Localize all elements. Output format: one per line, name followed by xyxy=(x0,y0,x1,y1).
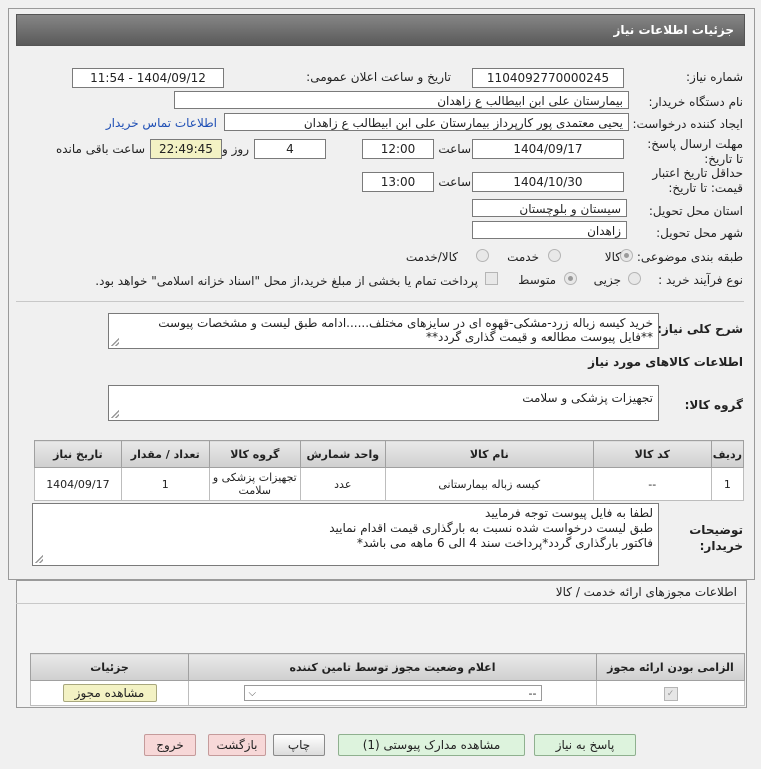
days-field: 4 xyxy=(254,139,326,159)
price-validity-date-field: 1404/10/30 xyxy=(472,172,624,192)
cell-status: -- ⌵ xyxy=(188,680,597,706)
category-label: طبقه بندی موضوعی: xyxy=(636,250,743,264)
price-validity-time-label: ساعت xyxy=(438,175,471,189)
requester-label: ایجاد کننده درخواست: xyxy=(632,117,743,131)
category-service-label: خدمت xyxy=(507,250,539,264)
category-radio-service[interactable] xyxy=(548,249,561,262)
treasury-checkbox[interactable] xyxy=(485,272,498,285)
days-label: روز و xyxy=(222,142,249,156)
province-label: استان محل تحویل: xyxy=(648,204,743,218)
col-row: ردیف xyxy=(710,440,745,468)
view-attachments-button[interactable]: مشاهده مدارک پیوستی (1) xyxy=(338,734,525,756)
col-mandatory: الزامی بودن ارائه مجوز xyxy=(596,653,745,681)
deadline-time-field: 12:00 xyxy=(362,139,434,159)
deadline-time-label: ساعت xyxy=(438,142,471,156)
purchase-minor-label: جزیی xyxy=(593,273,621,287)
remaining-label: ساعت باقی مانده xyxy=(55,142,145,156)
goods-section-title: اطلاعات کالاهای مورد نیاز xyxy=(588,355,743,369)
goods-table-header: ردیف کد کالا نام کالا واحد شمارش گروه کا… xyxy=(34,440,745,468)
table-row: ✓ -- ⌵ مشاهده مجوز xyxy=(30,680,745,706)
buyer-notes-line-1: لطفا به فایل پیوست توجه فرمایید xyxy=(485,506,653,520)
col-group: گروه کالا xyxy=(208,440,301,468)
province-field: سیستان و بلوچستان xyxy=(472,199,627,217)
description-label: شرح کلی نیاز: xyxy=(657,322,743,336)
mandatory-checkbox: ✓ xyxy=(663,686,678,701)
back-button[interactable]: بازگشت xyxy=(208,734,266,756)
goods-group-field: تجهیزات پزشکی و سلامت xyxy=(108,385,659,421)
license-status-select[interactable]: -- ⌵ xyxy=(243,685,542,701)
goods-group-label: گروه کالا: xyxy=(684,398,743,412)
licenses-title: اطلاعات مجوزهای ارائه خدمت / کالا xyxy=(555,585,737,599)
deadline-label: مهلت ارسال پاسخ: تا تاریخ: xyxy=(647,137,743,166)
purchase-radio-medium[interactable] xyxy=(564,272,577,285)
price-validity-time-field: 13:00 xyxy=(362,172,434,192)
buyer-notes-line-2: طبق لیست درخواست شده نسبت به بارگذاری قی… xyxy=(329,521,653,535)
buyer-org-label: نام دستگاه خریدار: xyxy=(648,95,744,109)
cell-row: 1 xyxy=(710,467,745,501)
category-both-label: کالا/خدمت xyxy=(405,250,458,264)
description-line-1: خرید کیسه زباله زرد-مشکی-قهوه ای در سایز… xyxy=(158,316,653,330)
buyer-org-field: بیمارستان علی ابن ابیطالب ع زاهدان xyxy=(174,91,629,109)
price-validity-label: حداقل تاریخ اعتبار قیمت: تا تاریخ: xyxy=(652,166,743,195)
purchase-type-label: نوع فرآیند خرید : xyxy=(658,273,743,287)
cell-date: 1404/09/17 xyxy=(34,467,122,501)
cell-details: مشاهده مجوز xyxy=(30,680,189,706)
col-date: تاریخ نیاز xyxy=(34,440,122,468)
chevron-down-icon: ⌵ xyxy=(248,688,257,699)
print-button[interactable]: چاپ xyxy=(273,734,325,756)
col-code: کد کالا xyxy=(592,440,712,468)
city-label: شهر محل تحویل: xyxy=(656,226,743,240)
buyer-notes-label: توضیحات خریدار: xyxy=(689,523,743,553)
col-qty: تعداد / مقدار xyxy=(120,440,210,468)
divider xyxy=(16,301,744,302)
announce-label: تاریخ و ساعت اعلان عمومی: xyxy=(306,70,451,84)
licenses-table-header: الزامی بودن ارائه مجوز اعلام وضعیت مجوز … xyxy=(30,653,745,681)
page-header: جزئیات اطلاعات نیاز xyxy=(16,14,745,46)
license-status-value: -- xyxy=(528,687,537,700)
announce-field: 1404/09/12 - 11:54 xyxy=(72,68,224,88)
remaining-time-field: 22:49:45 xyxy=(150,139,222,159)
cell-unit: عدد xyxy=(299,467,386,501)
cell-name: کیسه زباله بیمارستانی xyxy=(384,467,594,501)
treasury-note: پرداخت تمام یا بخشی از مبلغ خرید،از محل … xyxy=(95,274,478,288)
licenses-table: الزامی بودن ارائه مجوز اعلام وضعیت مجوز … xyxy=(30,653,745,706)
category-radio-both[interactable] xyxy=(476,249,489,262)
resize-handle[interactable] xyxy=(35,555,43,563)
cell-mandatory: ✓ xyxy=(596,680,745,706)
city-field: زاهدان xyxy=(472,221,627,239)
category-goods-label: کالا xyxy=(604,250,621,264)
resize-handle[interactable] xyxy=(111,338,119,346)
reply-button[interactable]: پاسخ به نیاز xyxy=(534,734,636,756)
cell-code: -- xyxy=(592,467,712,501)
purchase-medium-label: متوسط xyxy=(518,273,556,287)
deadline-date-field: 1404/09/17 xyxy=(472,139,624,159)
buyer-notes-line-3: فاکتور بارگذاری گردد*پرداخت سند 4 الی 6 … xyxy=(356,536,653,550)
goods-table: ردیف کد کالا نام کالا واحد شمارش گروه کا… xyxy=(34,440,745,501)
description-text: خرید کیسه زباله زرد-مشکی-قهوه ای در سایز… xyxy=(108,313,659,349)
goods-group-value: تجهیزات پزشکی و سلامت xyxy=(522,391,653,405)
purchase-radio-minor[interactable] xyxy=(628,272,641,285)
need-number-field: 1104092770000245 xyxy=(472,68,624,88)
category-radio-goods[interactable] xyxy=(620,249,633,262)
buyer-notes-field: لطفا به فایل پیوست توجه فرمایید طبق لیست… xyxy=(32,503,659,566)
col-details: جزئیات xyxy=(30,653,189,681)
cell-qty: 1 xyxy=(120,467,210,501)
view-license-button[interactable]: مشاهده مجوز xyxy=(62,684,157,702)
description-line-2: **فایل پیوست مطالعه و قیمت گذاری گردد** xyxy=(426,330,653,344)
resize-handle[interactable] xyxy=(111,410,119,418)
page-title: جزئیات اطلاعات نیاز xyxy=(613,23,734,37)
requester-field: یحیی معتمدی پور کارپرداز بیمارستان علی ا… xyxy=(224,113,629,131)
col-name: نام کالا xyxy=(384,440,594,468)
need-number-label: شماره نیاز: xyxy=(686,70,743,84)
col-unit: واحد شمارش xyxy=(299,440,386,468)
table-row: 1 -- کیسه زباله بیمارستانی عدد تجهیزات پ… xyxy=(34,467,745,501)
col-status: اعلام وضعیت مجوز توسط تامین کننده xyxy=(188,653,597,681)
cell-group: تجهیزات پزشکی و سلامت xyxy=(208,467,301,501)
licenses-divider xyxy=(16,603,745,604)
exit-button[interactable]: خروج xyxy=(144,734,196,756)
contact-buyer-link[interactable]: اطلاعات تماس خریدار xyxy=(106,116,217,130)
